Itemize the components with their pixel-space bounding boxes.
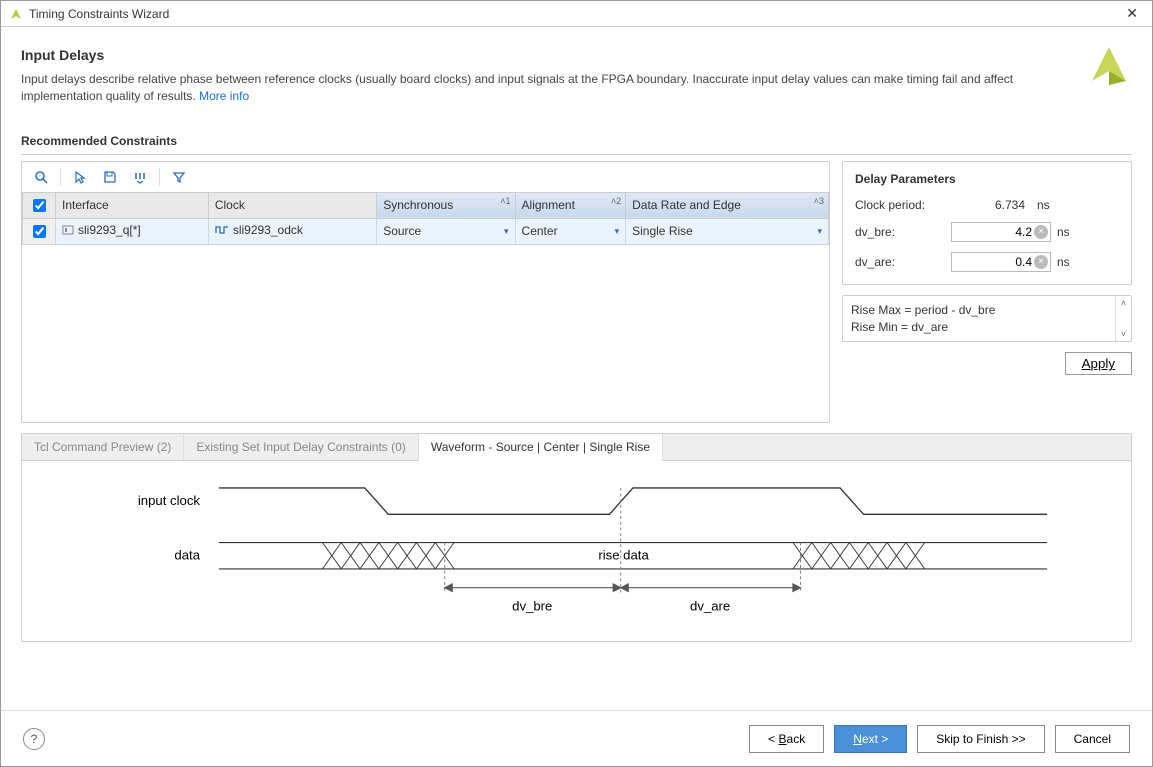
page-title: Input Delays bbox=[21, 47, 1086, 63]
col-synchronous[interactable]: Synchronous˄1 bbox=[377, 192, 515, 218]
cancel-button[interactable]: Cancel bbox=[1055, 725, 1130, 753]
dialog-window: Timing Constraints Wizard ✕ Input Delays… bbox=[0, 0, 1153, 767]
delay-parameters-title: Delay Parameters bbox=[855, 172, 1119, 186]
clock-cell: sli9293_odck bbox=[215, 223, 303, 237]
waveform-diagram: input clock data bbox=[22, 461, 1131, 641]
app-logo-icon bbox=[9, 7, 23, 21]
tabstrip: Tcl Command Preview (2) Existing Set Inp… bbox=[22, 434, 1131, 461]
unit-label: ns bbox=[1057, 255, 1079, 269]
transition-region-right bbox=[793, 542, 925, 568]
formula-rise-min: Rise Min = dv_are bbox=[851, 319, 1107, 336]
col-clock[interactable]: Clock bbox=[208, 192, 376, 218]
port-icon bbox=[62, 224, 74, 236]
interface-cell: sli9293_q[*] bbox=[62, 223, 141, 237]
chevron-down-icon: ▾ bbox=[615, 226, 620, 237]
clock-wave-icon bbox=[215, 224, 229, 236]
constraints-table: Interface Clock Synchronous˄1 Alignment˄… bbox=[22, 192, 829, 245]
cursor-icon[interactable] bbox=[67, 165, 93, 189]
help-icon[interactable]: ? bbox=[23, 728, 45, 750]
col-alignment[interactable]: Alignment˄2 bbox=[515, 192, 626, 218]
synchronous-cell[interactable]: Source▾ bbox=[377, 218, 515, 244]
dialog-body: Input Delays Input delays describe relat… bbox=[1, 27, 1152, 710]
delay-parameters-box: Delay Parameters Clock period: 6.734 ns … bbox=[842, 161, 1132, 285]
col-data-rate[interactable]: Data Rate and Edge˄3 bbox=[626, 192, 829, 218]
tab-tcl-preview[interactable]: Tcl Command Preview (2) bbox=[22, 434, 184, 460]
input-clock-label: input clock bbox=[138, 493, 201, 508]
window-title: Timing Constraints Wizard bbox=[29, 7, 1120, 21]
dialog-footer: ? < Back Next > Skip to Finish >> Cancel bbox=[1, 710, 1152, 766]
brand-logo-icon bbox=[1086, 41, 1132, 87]
close-icon[interactable]: ✕ bbox=[1120, 3, 1144, 24]
columns-icon[interactable] bbox=[127, 165, 153, 189]
more-info-link[interactable]: More info bbox=[199, 89, 249, 103]
back-button[interactable]: < Back bbox=[749, 725, 824, 753]
rise-data-label: rise data bbox=[598, 547, 649, 562]
data-label: data bbox=[174, 547, 200, 562]
clock-period-value: 6.734 bbox=[951, 198, 1031, 212]
save-icon[interactable] bbox=[97, 165, 123, 189]
clock-period-label: Clock period: bbox=[855, 198, 951, 212]
dv-are-text: dv_are bbox=[690, 598, 730, 613]
search-icon[interactable] bbox=[28, 165, 54, 189]
alignment-cell[interactable]: Center▾ bbox=[515, 218, 626, 244]
filter-icon[interactable] bbox=[166, 165, 192, 189]
transition-region-left bbox=[322, 542, 454, 568]
chevron-down-icon: ▾ bbox=[504, 226, 509, 237]
dv-are-label: dv_are: bbox=[855, 255, 951, 269]
data-rate-cell[interactable]: Single Rise▾ bbox=[626, 218, 829, 244]
row-checkbox[interactable] bbox=[33, 225, 46, 238]
tab-existing-constraints[interactable]: Existing Set Input Delay Constraints (0) bbox=[184, 434, 418, 460]
dv-bre-label: dv_bre: bbox=[855, 225, 951, 239]
clear-icon[interactable]: × bbox=[1034, 225, 1048, 239]
formula-rise-max: Rise Max = period - dv_bre bbox=[851, 302, 1107, 319]
table-toolbar bbox=[22, 162, 829, 192]
titlebar: Timing Constraints Wizard ✕ bbox=[1, 1, 1152, 27]
unit-label: ns bbox=[1037, 198, 1059, 212]
col-checkbox[interactable] bbox=[23, 192, 56, 218]
clock-waveform bbox=[219, 488, 1047, 514]
clear-icon[interactable]: × bbox=[1034, 255, 1048, 269]
dv-are-dimension bbox=[621, 584, 801, 592]
page-description: Input delays describe relative phase bet… bbox=[21, 71, 1086, 106]
unit-label: ns bbox=[1057, 225, 1079, 239]
tab-waveform[interactable]: Waveform - Source | Center | Single Rise bbox=[419, 434, 663, 461]
chevron-down-icon: ▾ bbox=[817, 226, 822, 237]
delay-panel: Delay Parameters Clock period: 6.734 ns … bbox=[842, 161, 1132, 423]
dv-bre-dimension bbox=[445, 584, 621, 592]
skip-to-finish-button[interactable]: Skip to Finish >> bbox=[917, 725, 1044, 753]
divider bbox=[21, 154, 1132, 155]
next-button[interactable]: Next > bbox=[834, 725, 907, 753]
formula-scrollbar[interactable]: ˄˅ bbox=[1115, 296, 1131, 342]
tabs-panel: Tcl Command Preview (2) Existing Set Inp… bbox=[21, 433, 1132, 642]
page-description-text: Input delays describe relative phase bet… bbox=[21, 72, 1013, 103]
constraints-section-title: Recommended Constraints bbox=[21, 134, 1132, 148]
col-interface[interactable]: Interface bbox=[56, 192, 209, 218]
constraints-table-panel: Interface Clock Synchronous˄1 Alignment˄… bbox=[21, 161, 830, 423]
dv-bre-text: dv_bre bbox=[512, 598, 552, 613]
formula-box: Rise Max = period - dv_bre Rise Min = dv… bbox=[842, 295, 1132, 343]
apply-button[interactable]: Apply bbox=[1065, 352, 1132, 375]
header-checkbox[interactable] bbox=[33, 199, 46, 212]
table-row[interactable]: sli9293_q[*] sli9293_odck Source▾ Center… bbox=[23, 218, 829, 244]
